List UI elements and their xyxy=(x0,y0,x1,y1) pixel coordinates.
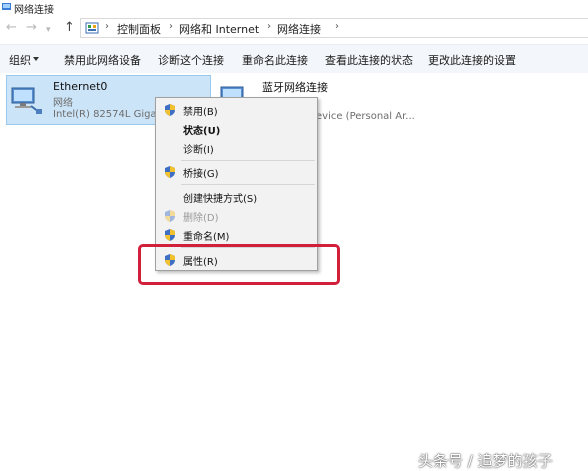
menu-item-delete[interactable]: 删除(D) xyxy=(156,207,317,225)
connection-status: 网络 xyxy=(53,98,73,109)
organize-menu-button[interactable]: 组织 xyxy=(9,52,31,68)
menu-item-label: 重命名(M) xyxy=(183,232,230,243)
connection-name: Ethernet0 xyxy=(53,80,108,93)
uac-shield-icon xyxy=(165,104,175,116)
control-panel-icon xyxy=(85,22,99,34)
window-title: 网络连接 xyxy=(14,5,54,16)
menu-item-label: 桥接(G) xyxy=(183,169,219,180)
watermark-text: 头条号 / 追梦的孩子 xyxy=(418,452,553,470)
network-folder-icon xyxy=(2,3,11,10)
command-bar: 组织 禁用此网络设备 诊断这个连接 重命名此连接 查看此连接的状态 更改此连接的… xyxy=(0,44,588,74)
rename-connection-button[interactable]: 重命名此连接 xyxy=(242,52,308,68)
breadcrumb-separator-icon: › xyxy=(335,21,339,32)
change-settings-button[interactable]: 更改此连接的设置 xyxy=(428,52,516,68)
menu-item-label: 删除(D) xyxy=(183,213,219,224)
back-arrow-icon[interactable]: ← xyxy=(6,21,17,35)
annotation-highlight-box xyxy=(138,244,340,285)
menu-item-label: 诊断(I) xyxy=(183,145,214,156)
menu-item-diagnose[interactable]: 诊断(I) xyxy=(156,139,317,157)
uac-shield-icon xyxy=(165,166,175,178)
disable-device-button[interactable]: 禁用此网络设备 xyxy=(64,52,141,68)
recent-chevron-icon[interactable]: ▾ xyxy=(46,23,51,37)
address-bar: ← → ▾ ↑ › 控制面板 › 网络和 Internet › 网络连接 › xyxy=(0,16,588,42)
connection-name: 蓝牙网络连接 xyxy=(262,81,328,94)
breadcrumb-network-connections[interactable]: 网络连接 xyxy=(277,21,321,37)
breadcrumb-separator-icon: › xyxy=(267,21,271,32)
organize-dropdown-icon xyxy=(33,57,39,61)
breadcrumb-control-panel[interactable]: 控制面板 xyxy=(117,21,161,37)
menu-item-rename[interactable]: 重命名(M) xyxy=(156,226,317,244)
view-status-button[interactable]: 查看此连接的状态 xyxy=(325,52,413,68)
menu-separator xyxy=(181,160,315,161)
up-arrow-icon[interactable]: ↑ xyxy=(64,21,75,35)
forward-arrow-icon[interactable]: → xyxy=(26,21,37,35)
menu-item-create-shortcut[interactable]: 创建快捷方式(S) xyxy=(156,188,317,206)
menu-item-label: 禁用(B) xyxy=(183,107,218,118)
menu-item-status[interactable]: 状态(U) xyxy=(156,120,317,138)
menu-item-disable[interactable]: 禁用(B) xyxy=(156,101,317,119)
breadcrumb-separator-icon: › xyxy=(169,21,173,32)
menu-separator xyxy=(181,184,315,185)
menu-item-label: 创建快捷方式(S) xyxy=(183,194,258,205)
uac-shield-icon xyxy=(165,229,175,241)
menu-item-bridge[interactable]: 桥接(G) xyxy=(156,163,317,181)
menu-item-label: 状态(U) xyxy=(183,126,221,137)
diagnose-connection-button[interactable]: 诊断这个连接 xyxy=(158,52,224,68)
breadcrumb-separator-icon: › xyxy=(105,21,109,32)
breadcrumb-network-internet[interactable]: 网络和 Internet xyxy=(179,21,259,37)
ethernet-adapter-icon xyxy=(11,87,42,114)
uac-shield-icon xyxy=(165,210,175,222)
address-field[interactable]: › 控制面板 › 网络和 Internet › 网络连接 › xyxy=(80,18,588,38)
title-bar: 网络连接 xyxy=(0,0,588,16)
connection-device: evice (Personal Ar... xyxy=(316,111,415,122)
